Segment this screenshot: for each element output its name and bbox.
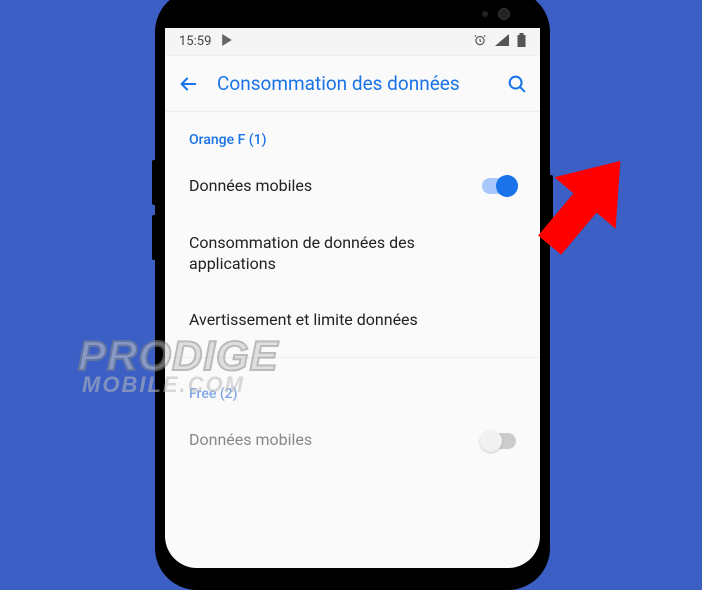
phone-screen: 15:59 Consommation des bbox=[165, 28, 540, 568]
app-bar: Consommation des données bbox=[165, 56, 540, 112]
section-header-orange: Orange F (1) bbox=[165, 112, 540, 158]
list-item-label: Avertissement et limite données bbox=[189, 310, 516, 331]
volume-up-button bbox=[152, 160, 155, 205]
alarm-icon bbox=[473, 33, 487, 51]
back-icon[interactable] bbox=[177, 73, 199, 95]
search-icon[interactable] bbox=[506, 73, 528, 95]
battery-icon bbox=[517, 33, 526, 51]
status-time: 15:59 bbox=[179, 34, 211, 49]
list-item-label: Données mobiles bbox=[189, 176, 482, 197]
item-donnees-mobiles-2[interactable]: Données mobiles bbox=[165, 412, 540, 469]
volume-down-button bbox=[152, 215, 155, 260]
proximity-sensor-icon bbox=[482, 11, 488, 17]
item-consommation-apps[interactable]: Consommation de données des applications bbox=[165, 215, 540, 293]
item-avertissement-limite[interactable]: Avertissement et limite données bbox=[165, 292, 540, 349]
toggle-switch[interactable] bbox=[482, 178, 516, 194]
phone-notch bbox=[165, 0, 540, 28]
settings-list: Orange F (1) Données mobiles Consommatio… bbox=[165, 112, 540, 469]
page-title: Consommation des données bbox=[217, 72, 488, 95]
section-divider bbox=[165, 357, 540, 358]
toggle-switch[interactable] bbox=[482, 433, 516, 449]
signal-icon bbox=[495, 34, 509, 50]
list-item-label: Données mobiles bbox=[189, 430, 482, 451]
phone-frame: 15:59 Consommation des bbox=[155, 0, 550, 590]
section-header-free: Free (2) bbox=[165, 366, 540, 412]
front-camera-icon bbox=[498, 8, 510, 20]
list-item-label: Consommation de données des applications bbox=[189, 233, 516, 275]
play-store-icon bbox=[221, 34, 233, 50]
item-donnees-mobiles-1[interactable]: Données mobiles bbox=[165, 158, 540, 215]
status-bar: 15:59 bbox=[165, 28, 540, 56]
power-button bbox=[550, 175, 553, 237]
